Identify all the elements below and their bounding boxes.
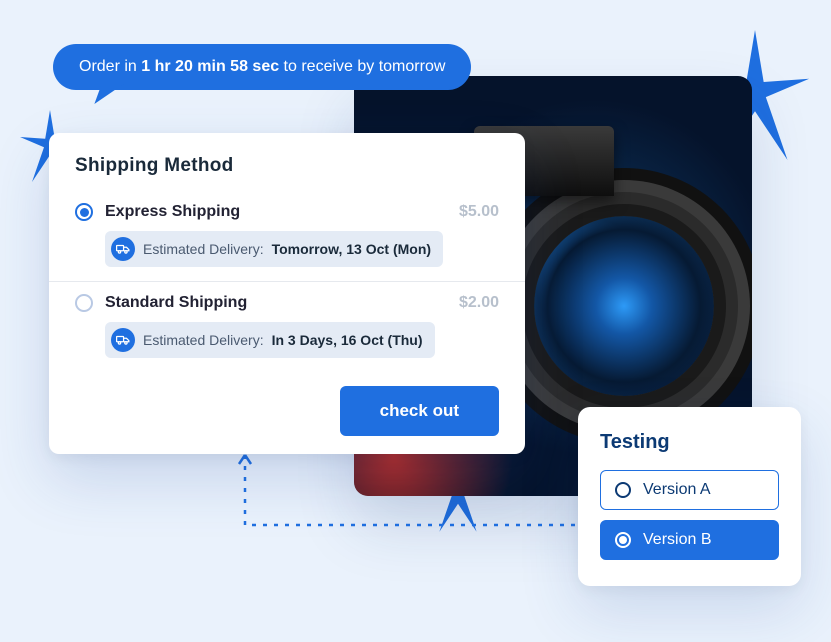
delivery-estimate: Estimated Delivery: Tomorrow, 13 Oct (Mo… <box>105 231 443 267</box>
banner-suffix: to receive by tomorrow <box>279 58 445 75</box>
version-option-a[interactable]: Version A <box>600 470 779 510</box>
version-option-b[interactable]: Version B <box>600 520 779 560</box>
est-label: Estimated Delivery: <box>143 332 264 348</box>
shipping-option-express[interactable]: Express Shipping $5.00 Estimated Deliver… <box>49 191 525 281</box>
est-date: Tomorrow, 13 Oct (Mon) <box>272 241 431 257</box>
banner-countdown: 1 hr 20 min 58 sec <box>141 58 279 75</box>
countdown-banner: Order in 1 hr 20 min 58 sec to receive b… <box>53 44 471 90</box>
version-label: Version A <box>643 481 711 499</box>
radio-icon <box>615 482 631 498</box>
delivery-estimate: Estimated Delivery: In 3 Days, 16 Oct (T… <box>105 322 435 358</box>
shipping-option-price: $5.00 <box>459 203 499 221</box>
shipping-title: Shipping Method <box>49 155 525 191</box>
shipping-card: Shipping Method Express Shipping $5.00 E… <box>49 133 525 454</box>
shipping-option-price: $2.00 <box>459 294 499 312</box>
radio-icon <box>615 532 631 548</box>
truck-icon <box>111 328 135 352</box>
shipping-option-standard[interactable]: Standard Shipping $2.00 Estimated Delive… <box>49 281 525 372</box>
est-label: Estimated Delivery: <box>143 241 264 257</box>
testing-card: Testing Version A Version B <box>578 407 801 586</box>
banner-prefix: Order in <box>79 58 141 75</box>
testing-title: Testing <box>600 431 779 454</box>
est-date: In 3 Days, 16 Oct (Thu) <box>272 332 423 348</box>
radio-icon[interactable] <box>75 203 93 221</box>
shipping-option-label: Standard Shipping <box>105 294 447 312</box>
shipping-option-label: Express Shipping <box>105 203 447 221</box>
checkout-button[interactable]: check out <box>340 386 499 436</box>
radio-icon[interactable] <box>75 294 93 312</box>
truck-icon <box>111 237 135 261</box>
version-label: Version B <box>643 531 711 549</box>
